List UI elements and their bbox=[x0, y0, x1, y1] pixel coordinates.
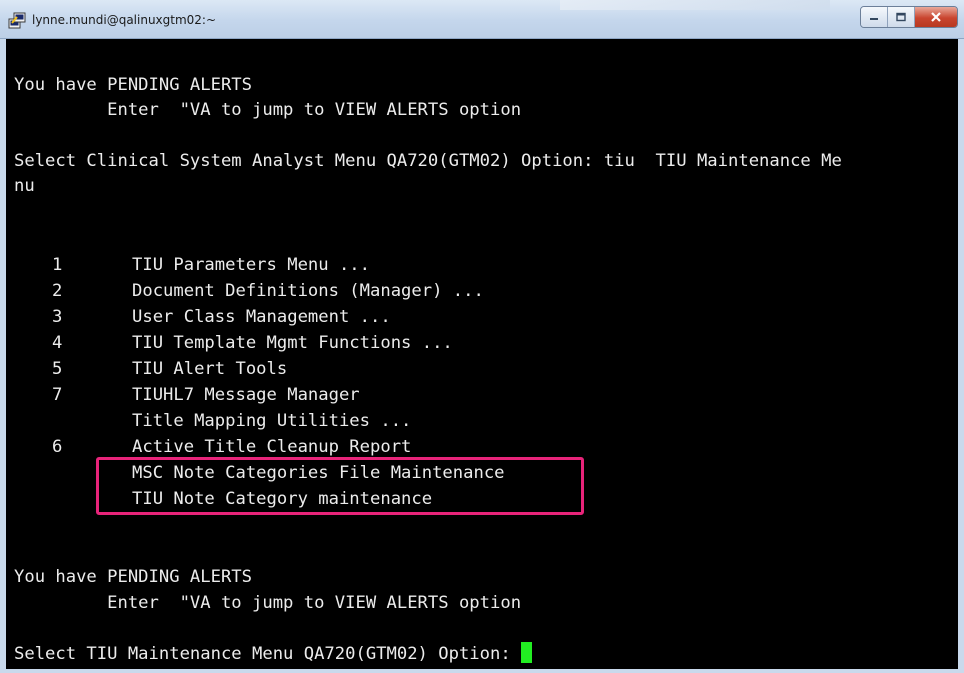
menu-prompt-line: Select Clinical System Analyst Menu QA72… bbox=[14, 151, 842, 171]
menu-item-label: Title Mapping Utilities ... bbox=[132, 411, 412, 431]
title-bar[interactable]: lynne.mundi@qalinuxgtm02:~ bbox=[0, 0, 964, 39]
minimize-icon bbox=[870, 18, 878, 20]
window-border-right bbox=[958, 39, 964, 673]
menu-item-number: 2 bbox=[52, 281, 63, 301]
terminal-window: lynne.mundi@qalinuxgtm02:~ You have PEND… bbox=[0, 0, 964, 673]
option-prompt-text: Select TIU Maintenance Menu QA720(GTM02)… bbox=[14, 644, 522, 664]
pending-alerts-message: You have PENDING ALERTS bbox=[14, 567, 252, 587]
text-cursor bbox=[521, 642, 533, 663]
view-alerts-hint: Enter "VA to jump to VIEW ALERTS option bbox=[14, 593, 522, 613]
menu-item-label: TIU Alert Tools bbox=[132, 359, 288, 379]
menu-item-label: User Class Management ... bbox=[132, 307, 391, 327]
putty-terminal-icon[interactable] bbox=[8, 12, 26, 30]
option-prompt-line[interactable]: Select TIU Maintenance Menu QA720(GTM02)… bbox=[14, 641, 533, 667]
menu-item-number: 6 bbox=[52, 437, 63, 457]
menu-item-label: TIU Parameters Menu ... bbox=[132, 255, 370, 275]
minimize-button[interactable] bbox=[861, 7, 888, 27]
menu-item-number: 3 bbox=[52, 307, 63, 327]
menu-prompt-wrap: nu bbox=[14, 176, 35, 196]
window-title: lynne.mundi@qalinuxgtm02:~ bbox=[32, 13, 217, 27]
view-alerts-hint: Enter "VA to jump to VIEW ALERTS option bbox=[14, 100, 522, 120]
menu-item-number: 1 bbox=[52, 255, 63, 275]
menu-item-number: 4 bbox=[52, 333, 63, 353]
menu-item-label: Document Definitions (Manager) ... bbox=[132, 281, 484, 301]
window-controls bbox=[860, 6, 958, 28]
menu-item-label: TIU Template Mgmt Functions ... bbox=[132, 333, 453, 353]
maximize-button[interactable] bbox=[888, 7, 915, 27]
menu-item-number: 7 bbox=[52, 385, 63, 405]
background-window-strip bbox=[560, 0, 830, 10]
menu-item-label: TIUHL7 Message Manager bbox=[132, 385, 360, 405]
close-button[interactable] bbox=[915, 7, 957, 27]
menu-item-number: 5 bbox=[52, 359, 63, 379]
close-icon bbox=[931, 12, 941, 22]
pending-alerts-message: You have PENDING ALERTS bbox=[14, 75, 252, 95]
maximize-icon bbox=[896, 12, 906, 22]
terminal-screen[interactable]: You have PENDING ALERTS Enter "VA to jum… bbox=[6, 39, 958, 669]
highlight-annotation-box bbox=[96, 457, 584, 515]
